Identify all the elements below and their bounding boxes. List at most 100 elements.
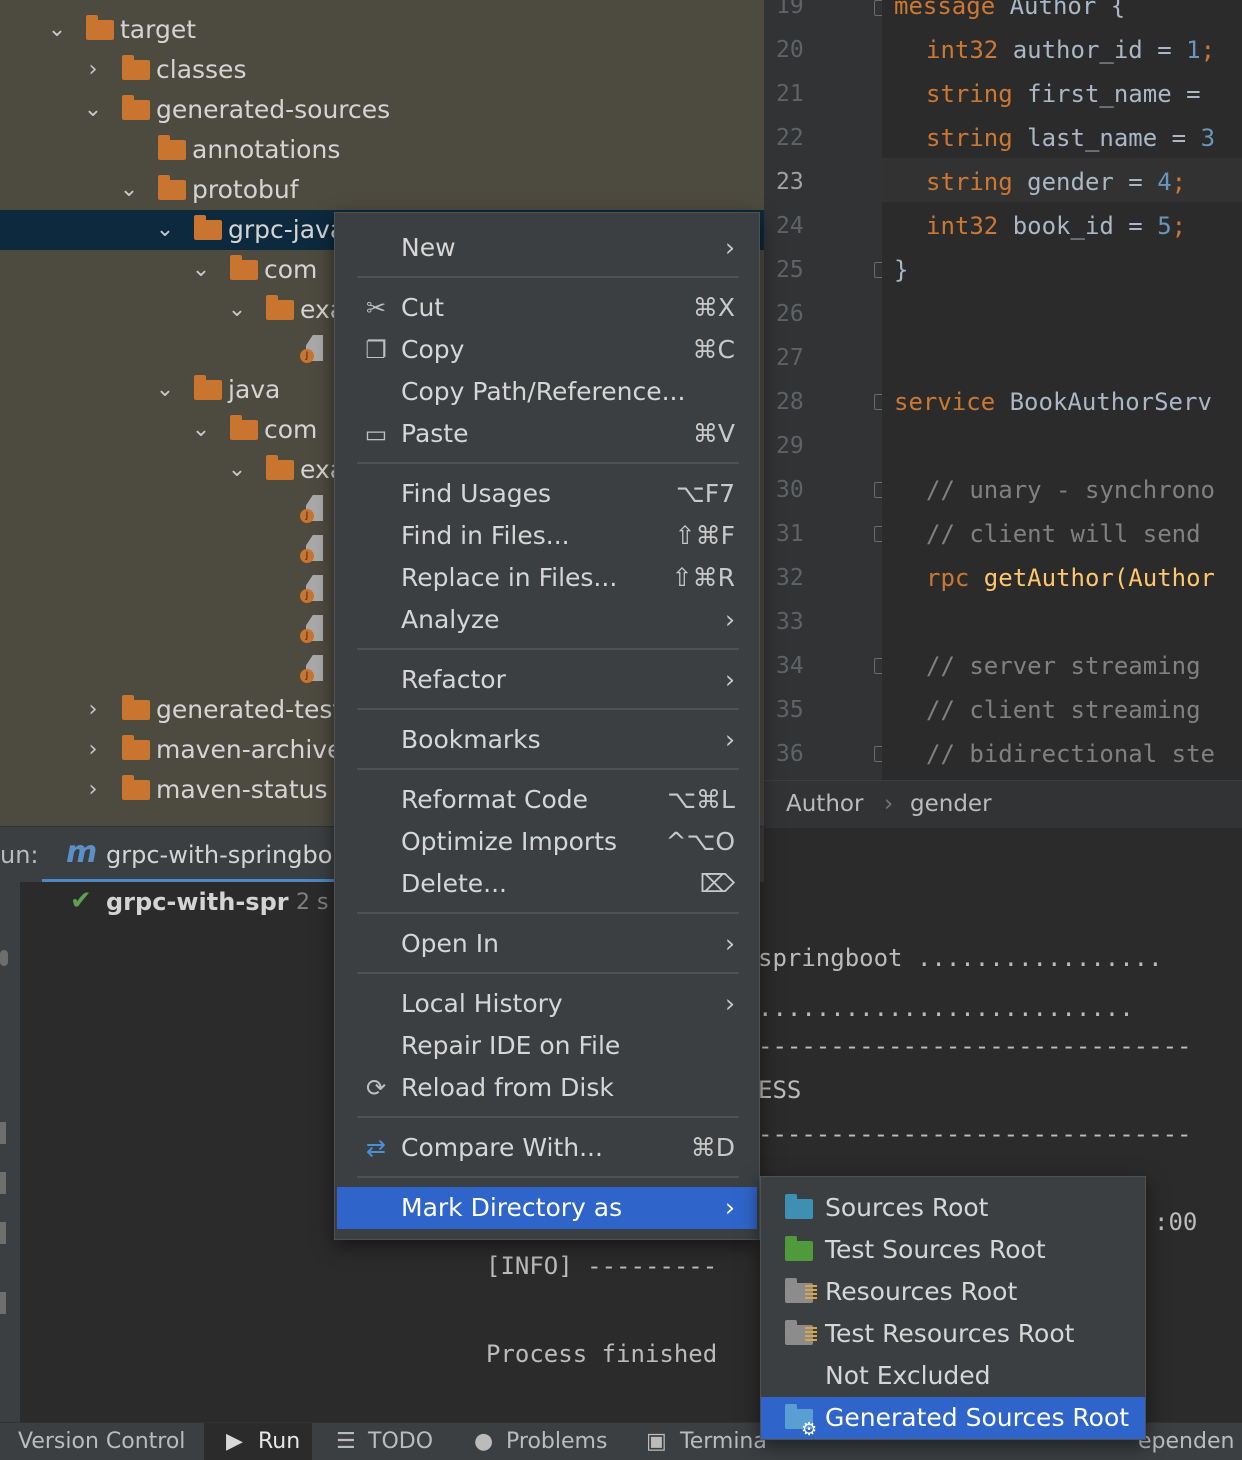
run-label: un: [0, 841, 39, 869]
line-number: 31 [776, 521, 804, 547]
toolbar-icon[interactable] [0, 1292, 6, 1314]
menu-item-copy[interactable]: ❐ Copy ⌘C [337, 329, 757, 371]
run-tab[interactable]: grpc-with-springbo [106, 841, 332, 869]
status-item-problems[interactable]: Problems [506, 1423, 607, 1460]
folder-icon [122, 775, 150, 800]
console-line: .......................... [758, 994, 1134, 1022]
chevron-right-icon[interactable]: › [82, 737, 104, 763]
code-line[interactable]: string last_name = 3 [926, 116, 1215, 160]
line-number: 19 [776, 0, 804, 19]
tree-row-target[interactable]: ⌄ target [0, 10, 764, 50]
folder-icon [158, 175, 186, 200]
chevron-down-icon[interactable]: ⌄ [190, 257, 212, 283]
code-line[interactable]: int32 book_id = 5; [926, 204, 1186, 248]
menu-item-bookmarks[interactable]: Bookmarks › [337, 719, 757, 761]
menu-item-find-usages[interactable]: Find Usages ⌥F7 [337, 473, 757, 515]
problems-icon: ● [474, 1429, 494, 1454]
menu-separator [357, 276, 739, 278]
chevron-down-icon[interactable]: ⌄ [154, 217, 176, 243]
submenu-item-test-resources-root[interactable]: Test Resources Root [761, 1313, 1145, 1355]
chevron-down-icon[interactable]: ⌄ [46, 17, 68, 43]
code-line[interactable]: string gender = 4; [926, 160, 1186, 204]
menu-item-compare-with[interactable]: ⇄ Compare With... ⌘D [337, 1127, 757, 1169]
toolbar-icon[interactable] [0, 950, 8, 966]
code-line-comment[interactable]: // client streaming [926, 688, 1201, 732]
menu-item-new[interactable]: New › [337, 227, 757, 269]
toolbar-icon[interactable] [0, 1222, 6, 1244]
tree-row-label: protobuf [192, 175, 299, 204]
code-line[interactable]: service BookAuthorServ [894, 380, 1212, 424]
menu-item-local-history[interactable]: Local History › [337, 983, 757, 1025]
code-line[interactable]: message Author { [894, 0, 1125, 28]
run-tree-item[interactable]: grpc-with-spr [106, 888, 289, 916]
menu-separator [357, 648, 739, 650]
status-item-todo[interactable]: TODO [368, 1423, 433, 1460]
chevron-down-icon[interactable]: ⌄ [118, 177, 140, 203]
toolbar-icon[interactable] [0, 1122, 6, 1144]
menu-item-reformat-code[interactable]: Reformat Code ⌥⌘L [337, 779, 757, 821]
breadcrumb-item[interactable]: gender [910, 791, 992, 817]
menu-item-cut[interactable]: ✂ Cut ⌘X [337, 287, 757, 329]
chevron-right-icon[interactable]: › [82, 57, 104, 83]
code-editor[interactable]: message Author { int32 author_id = 1; st… [882, 0, 1242, 780]
line-number: 33 [776, 609, 804, 635]
submenu-item-test-sources-root[interactable]: Test Sources Root [761, 1229, 1145, 1271]
code-line[interactable]: rpc getAuthor(Author [926, 556, 1215, 600]
tree-row-classes[interactable]: › classes [0, 50, 764, 90]
code-line[interactable]: } [894, 248, 908, 292]
menu-item-reload-from-disk[interactable]: ⟳ Reload from Disk [337, 1067, 757, 1109]
menu-item-find-in-files[interactable]: Find in Files... ⇧⌘F [337, 515, 757, 557]
code-line-comment[interactable]: // client will send [926, 512, 1201, 556]
tree-row-generated-sources[interactable]: ⌄ generated-sources [0, 90, 764, 130]
menu-item-delete[interactable]: Delete... ⌦ [337, 863, 757, 905]
chevron-down-icon[interactable]: ⌄ [190, 417, 212, 443]
code-line-comment[interactable]: // server streaming [926, 644, 1201, 688]
menu-item-repair-ide[interactable]: Repair IDE on File [337, 1025, 757, 1067]
status-item-run[interactable]: Run [258, 1423, 300, 1460]
line-number: 22 [776, 125, 804, 151]
java-file-icon: J [300, 615, 324, 645]
chevron-down-icon[interactable]: ⌄ [226, 457, 248, 483]
code-line[interactable]: string first_name = [926, 72, 1201, 116]
menu-item-paste[interactable]: ▭ Paste ⌘V [337, 413, 757, 455]
menu-item-mark-directory-as[interactable]: Mark Directory as › [337, 1187, 757, 1229]
breadcrumb-item[interactable]: Author [786, 791, 863, 817]
menu-separator [357, 1116, 739, 1118]
play-icon: ▶ [226, 1429, 243, 1454]
status-item-dependencies[interactable]: ependen [1138, 1423, 1234, 1460]
submenu-item-generated-sources-root[interactable]: ⚙ Generated Sources Root [761, 1397, 1145, 1440]
tree-row-protobuf[interactable]: ⌄ protobuf [0, 170, 764, 210]
chevron-right-icon: › [884, 791, 894, 817]
tree-row-annotations[interactable]: annotations [0, 130, 764, 170]
chevron-right-icon[interactable]: › [82, 777, 104, 803]
code-line-comment[interactable]: // unary - synchrono [926, 468, 1215, 512]
menu-item-refactor[interactable]: Refactor › [337, 659, 757, 701]
chevron-down-icon[interactable]: ⌄ [82, 97, 104, 123]
chevron-down-icon[interactable]: ⌄ [226, 297, 248, 323]
menu-item-optimize-imports[interactable]: Optimize Imports ^⌥O [337, 821, 757, 863]
tree-row-label: annotations [192, 135, 341, 164]
code-line[interactable]: int32 author_id = 1; [926, 28, 1215, 72]
tree-row-label: com [264, 415, 318, 444]
submenu-item-resources-root[interactable]: Resources Root [761, 1271, 1145, 1313]
submenu-item-sources-root[interactable]: Sources Root [761, 1187, 1145, 1229]
chevron-right-icon: › [725, 605, 735, 634]
menu-item-analyze[interactable]: Analyze › [337, 599, 757, 641]
menu-item-open-in[interactable]: Open In › [337, 923, 757, 965]
chevron-right-icon: › [725, 233, 735, 262]
status-item-terminal[interactable]: Termina [680, 1423, 767, 1460]
code-line-comment[interactable]: // bidirectional ste [926, 732, 1215, 776]
tree-row-label: generated-sources [156, 95, 391, 124]
chevron-right-icon: › [725, 1193, 735, 1222]
toolbar-icon[interactable] [0, 1172, 6, 1194]
chevron-right-icon[interactable]: › [82, 697, 104, 723]
menu-item-copy-path[interactable]: Copy Path/Reference... [337, 371, 757, 413]
reload-icon: ⟳ [365, 1074, 387, 1102]
tree-row-label: classes [156, 55, 247, 84]
chevron-down-icon[interactable]: ⌄ [154, 377, 176, 403]
check-icon: ✔ [70, 886, 92, 916]
menu-item-replace-in-files[interactable]: Replace in Files... ⇧⌘R [337, 557, 757, 599]
console-line: ------------------------------ [758, 1120, 1192, 1148]
submenu-item-not-excluded[interactable]: Not Excluded [761, 1355, 1145, 1397]
status-item-version-control[interactable]: Version Control [18, 1423, 185, 1460]
